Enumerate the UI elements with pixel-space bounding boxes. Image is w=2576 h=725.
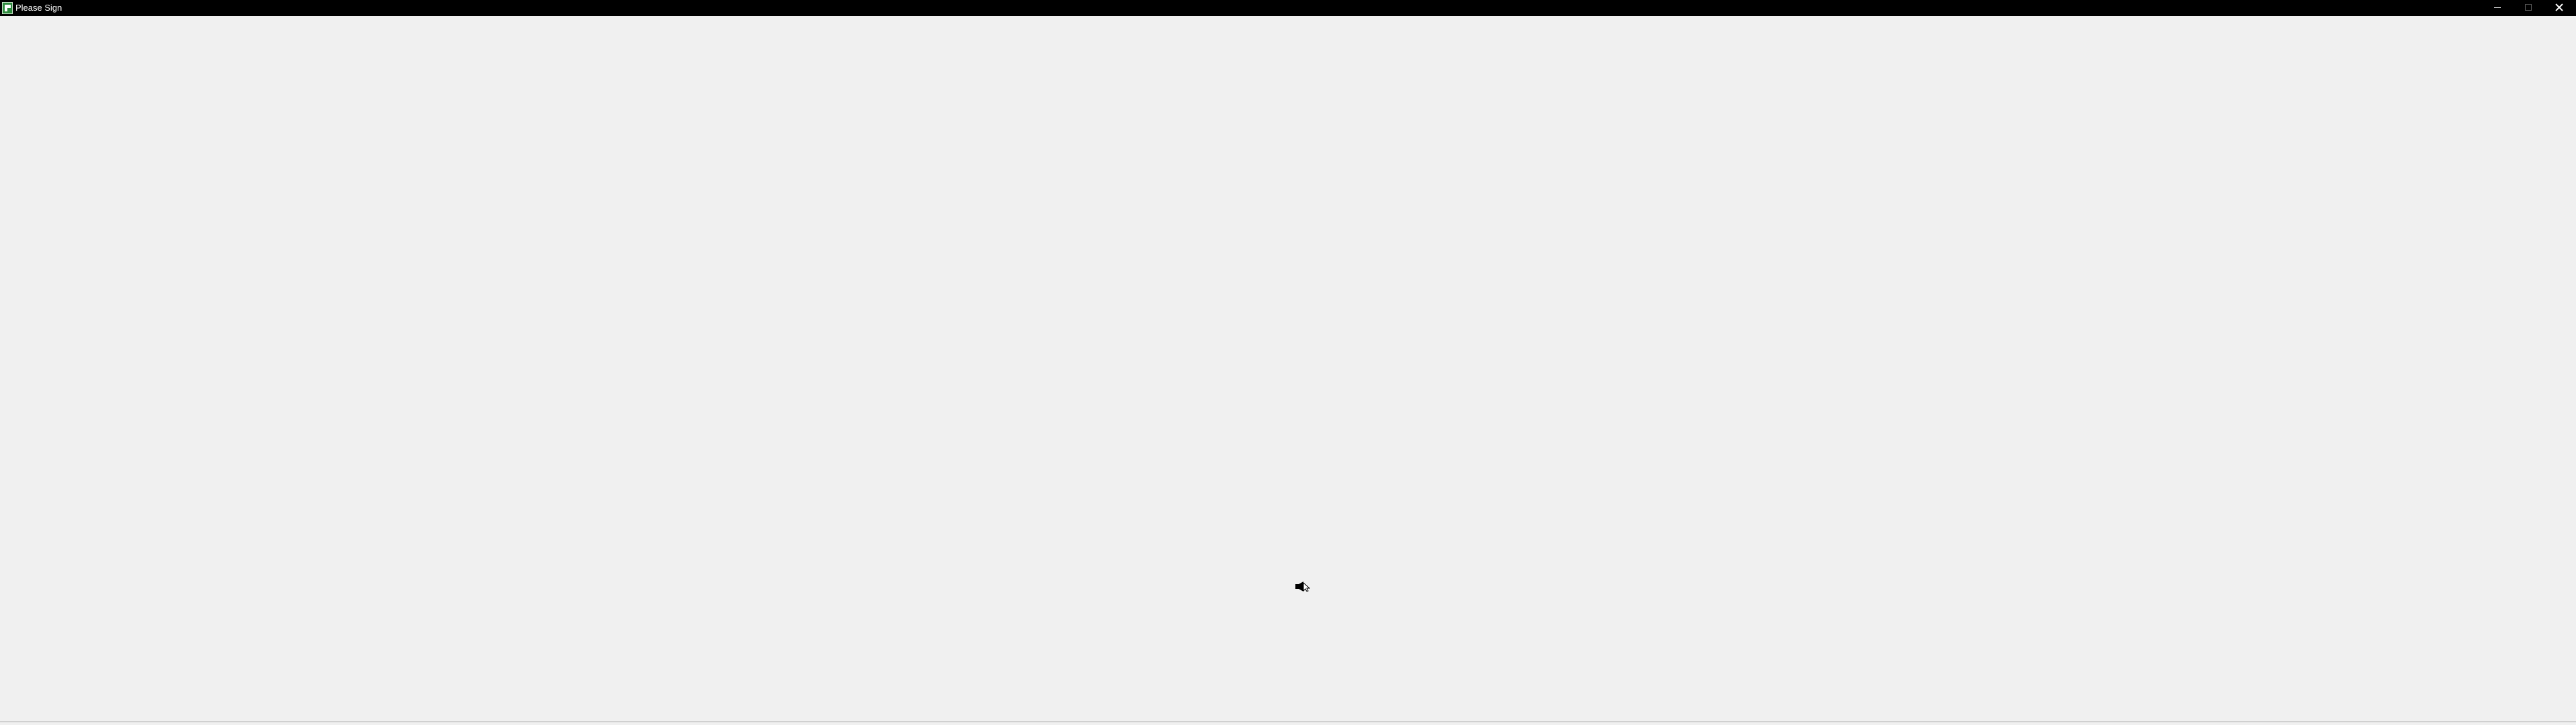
title-bar[interactable]: Please Sign — [0, 0, 2576, 16]
window-title: Please Sign — [15, 3, 62, 13]
close-icon — [2555, 3, 2563, 11]
maximize-button[interactable] — [2513, 0, 2544, 15]
signature-area[interactable] — [0, 16, 2576, 721]
signature-window: Please Sign — [0, 0, 2576, 725]
window-bottom-border — [0, 721, 2576, 722]
minimize-icon — [2494, 7, 2501, 8]
app-icon — [2, 2, 13, 14]
close-button[interactable] — [2544, 0, 2575, 15]
maximize-icon — [2525, 4, 2532, 11]
mouse-cursor-icon — [1295, 581, 1310, 592]
minimize-button[interactable] — [2482, 0, 2513, 15]
